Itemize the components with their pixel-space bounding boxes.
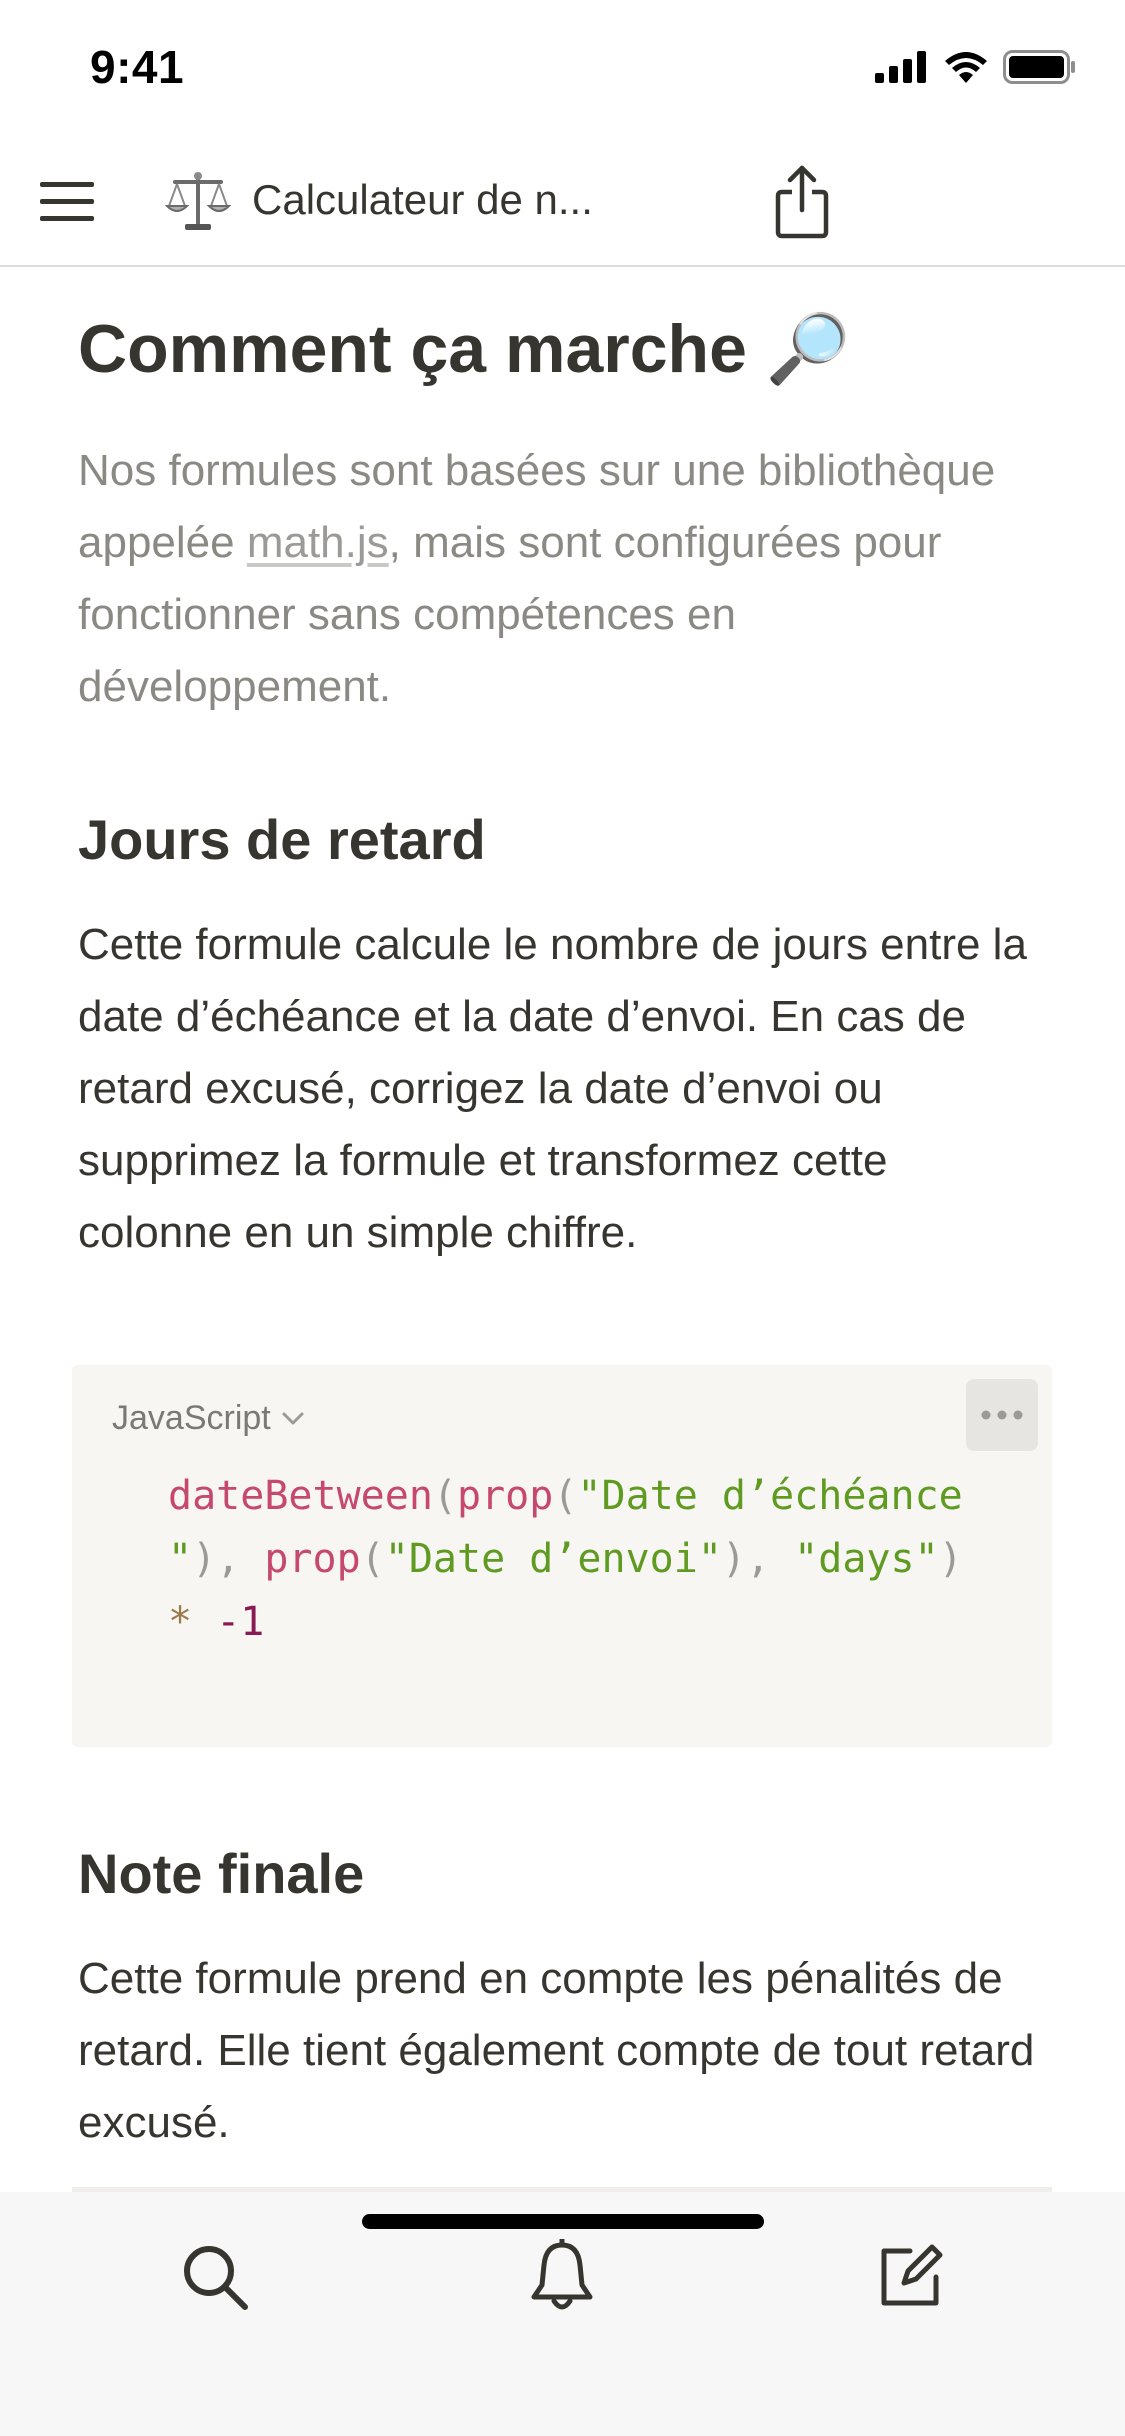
code-token: "Date d’envoi" <box>384 1536 722 1582</box>
code-token: ) <box>938 1536 963 1582</box>
section-heading: Comment ça marche 🔎 <box>78 311 851 387</box>
chevron-down-icon <box>282 1412 304 1424</box>
page-content: Comment ça marche 🔎 Nos formules sont ba… <box>0 267 1125 2192</box>
code-language-label: JavaScript <box>112 1399 271 1437</box>
note-finale-text: Cette formule prend en compte les pénali… <box>78 1954 1035 2147</box>
note-finale-heading: Note finale <box>78 1842 365 1905</box>
intro-paragraph: Nos formules sont basées sur une bibliot… <box>78 435 1038 723</box>
code-token: dateBetween <box>168 1473 433 1519</box>
hamburger-menu-icon <box>40 182 94 221</box>
search-button[interactable] <box>170 2232 260 2322</box>
code-token: prop <box>457 1473 554 1519</box>
bell-icon <box>531 2239 593 2310</box>
home-indicator <box>362 2214 764 2229</box>
code-block[interactable]: JavaScript dateBetween(prop("Date d’éché… <box>72 1365 1052 1747</box>
share-button[interactable] <box>770 164 834 240</box>
code-token: "Date d’échéance <box>577 1473 963 1519</box>
wifi-icon <box>945 52 987 83</box>
compose-button[interactable] <box>865 2232 955 2322</box>
bottom-toolbar <box>0 2192 1125 2436</box>
more-horizontal-icon <box>981 1410 1023 1420</box>
code-token: " <box>168 1536 193 1582</box>
status-icons <box>875 50 1077 84</box>
code-token: ), <box>721 1536 795 1582</box>
code-token: ( <box>360 1536 385 1582</box>
code-token: ( <box>553 1473 578 1519</box>
code-token: prop <box>264 1536 361 1582</box>
code-token: -1 <box>216 1599 265 1645</box>
code-more-options-button[interactable] <box>966 1379 1038 1451</box>
code-token: * <box>168 1599 193 1645</box>
search-icon <box>184 2246 248 2310</box>
notifications-button[interactable] <box>517 2232 607 2322</box>
page-title[interactable]: Calculateur de n... <box>252 176 632 224</box>
status-time: 9:41 <box>90 41 185 93</box>
code-token: "days" <box>794 1536 939 1582</box>
mathjs-link[interactable]: math.js <box>247 518 389 567</box>
jours-de-retard-text: Cette formule calcule le nombre de jours… <box>78 920 1027 1257</box>
cellular-signal-icon <box>875 51 926 83</box>
jours-de-retard-heading: Jours de retard <box>78 808 486 871</box>
menu-button[interactable] <box>38 172 98 232</box>
code-content[interactable]: dateBetween(prop("Date d’échéance "), pr… <box>168 1465 1038 1654</box>
navigation-bar: Calculateur de n... <box>0 140 1125 267</box>
compose-icon <box>881 2244 943 2306</box>
share-icon <box>775 165 829 239</box>
status-bar: 9:41 <box>0 0 1125 140</box>
code-token: ), <box>192 1536 265 1582</box>
balance-scale-icon[interactable] <box>164 168 232 234</box>
battery-icon <box>1003 50 1075 84</box>
code-token: ( <box>432 1473 457 1519</box>
code-language-selector[interactable]: JavaScript <box>112 1399 305 1438</box>
